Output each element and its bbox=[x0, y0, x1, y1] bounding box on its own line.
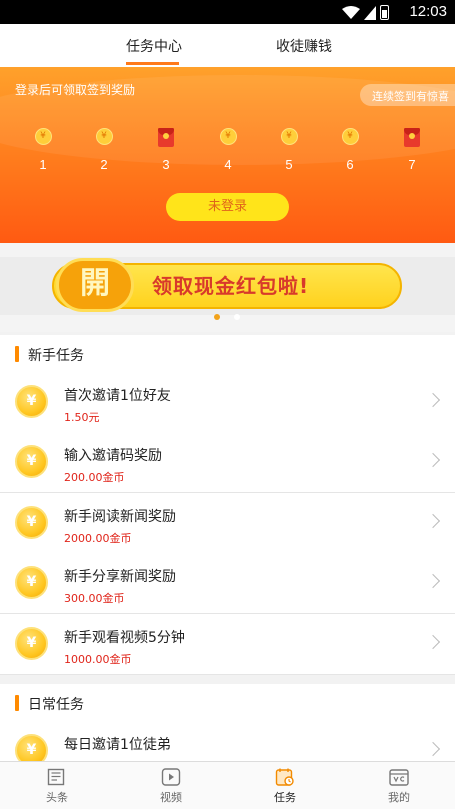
signin-day-5: ¥ 5 bbox=[277, 128, 301, 172]
carousel-dot-active[interactable] bbox=[214, 314, 220, 320]
section-title: 日常任务 bbox=[28, 697, 84, 713]
coin-icon: ¥ bbox=[95, 128, 113, 145]
task-title: 输入邀请码奖励 bbox=[64, 448, 162, 464]
task-row[interactable]: ¥ 新手分享新闻奖励 300.00金币 bbox=[0, 553, 455, 614]
carousel-dot[interactable] bbox=[234, 314, 240, 320]
section-marker bbox=[15, 695, 19, 711]
signin-day-3: 3 bbox=[154, 128, 178, 172]
task-row[interactable]: ¥ 首次邀请1位好友 1.50元 bbox=[0, 372, 455, 433]
coin-icon: ¥ bbox=[34, 128, 52, 145]
status-time: 12:03 bbox=[409, 3, 447, 20]
day-number: 7 bbox=[408, 157, 416, 172]
red-envelope-icon bbox=[158, 128, 174, 147]
task-reward: 200.00金币 bbox=[64, 471, 125, 484]
day-number: 1 bbox=[39, 157, 47, 172]
task-calendar-icon bbox=[275, 768, 294, 786]
nav-label: 我的 bbox=[388, 791, 410, 804]
status-icons bbox=[342, 5, 389, 20]
red-envelope-icon bbox=[404, 128, 420, 147]
chevron-right-icon bbox=[425, 741, 441, 757]
tab-recruit-earn[interactable]: 收徒赚钱 bbox=[276, 36, 332, 56]
chevron-right-icon bbox=[425, 573, 441, 589]
nav-label: 头条 bbox=[46, 791, 68, 804]
nav-label: 任务 bbox=[274, 791, 296, 804]
task-reward: 300.00金币 bbox=[64, 592, 125, 605]
open-seal-icon: 開 bbox=[56, 258, 134, 312]
day-number: 3 bbox=[162, 157, 170, 172]
bottom-nav: 头条 视频 任务 我的 bbox=[0, 761, 455, 809]
section-title: 新手任务 bbox=[28, 348, 84, 364]
day-number: 4 bbox=[224, 157, 232, 172]
streak-bonus-badge[interactable]: 连续签到有惊喜 bbox=[360, 84, 455, 106]
task-row[interactable]: ¥ 新手观看视频5分钟 1000.00金币 bbox=[0, 614, 455, 675]
task-title: 新手阅读新闻奖励 bbox=[64, 509, 176, 525]
task-reward: 1000.00金币 bbox=[64, 653, 132, 666]
newspaper-icon bbox=[47, 768, 65, 786]
nav-item-tasks[interactable]: 任务 bbox=[228, 762, 342, 809]
promo-text: 领取现金红包啦! bbox=[152, 274, 310, 298]
chevron-right-icon bbox=[425, 513, 441, 529]
task-title: 新手分享新闻奖励 bbox=[64, 569, 176, 585]
chevron-right-icon bbox=[425, 634, 441, 650]
login-button[interactable]: 未登录 bbox=[166, 193, 289, 221]
chevron-right-icon bbox=[425, 392, 441, 408]
coin-icon: ¥ bbox=[15, 445, 48, 478]
top-tab-bar: 任务中心 收徒赚钱 bbox=[0, 24, 455, 67]
profile-card-icon bbox=[389, 769, 409, 786]
task-row[interactable]: ¥ 新手阅读新闻奖励 2000.00金币 bbox=[0, 493, 455, 554]
wifi-icon bbox=[342, 5, 360, 19]
coin-icon: ¥ bbox=[341, 128, 359, 145]
nav-item-video[interactable]: 视频 bbox=[114, 762, 228, 809]
daily-tasks-header: 日常任务 bbox=[0, 684, 455, 722]
signin-day-2: ¥ 2 bbox=[92, 128, 116, 172]
coin-icon: ¥ bbox=[15, 627, 48, 660]
status-bar: 12:03 bbox=[0, 0, 455, 24]
coin-icon: ¥ bbox=[219, 128, 237, 145]
day-number: 2 bbox=[100, 157, 108, 172]
section-marker bbox=[15, 346, 19, 362]
newbie-tasks-header: 新手任务 bbox=[0, 335, 455, 373]
promo-carousel[interactable]: 開 领取现金红包啦! bbox=[0, 243, 455, 332]
cell-signal-icon bbox=[364, 5, 376, 20]
task-row[interactable]: ¥ 输入邀请码奖励 200.00金币 bbox=[0, 432, 455, 493]
play-icon bbox=[161, 768, 181, 786]
coin-icon: ¥ bbox=[15, 566, 48, 599]
nav-label: 视频 bbox=[160, 791, 182, 804]
nav-item-headlines[interactable]: 头条 bbox=[0, 762, 114, 809]
coin-icon: ¥ bbox=[15, 385, 48, 418]
task-title: 每日邀请1位徒弟 bbox=[64, 737, 171, 753]
tab-task-center[interactable]: 任务中心 bbox=[126, 36, 182, 56]
signin-panel: 登录后可领取签到奖励 连续签到有惊喜 ¥ 1 ¥ 2 3 ¥ 4 ¥ 5 ¥ 6… bbox=[0, 67, 455, 243]
signin-day-6: ¥ 6 bbox=[338, 128, 362, 172]
active-tab-indicator bbox=[126, 62, 179, 65]
coin-icon: ¥ bbox=[15, 506, 48, 539]
day-number: 5 bbox=[285, 157, 293, 172]
task-reward: 2000.00金币 bbox=[64, 532, 132, 545]
chevron-right-icon bbox=[425, 452, 441, 468]
battery-icon bbox=[380, 5, 389, 20]
signin-day-1: ¥ 1 bbox=[31, 128, 55, 172]
nav-item-profile[interactable]: 我的 bbox=[342, 762, 455, 809]
app-screen: 12:03 任务中心 收徒赚钱 登录后可领取签到奖励 连续签到有惊喜 ¥ 1 ¥… bbox=[0, 0, 455, 809]
task-title: 新手观看视频5分钟 bbox=[64, 630, 185, 646]
signin-day-4: ¥ 4 bbox=[216, 128, 240, 172]
signin-day-7: 7 bbox=[400, 128, 424, 172]
task-title: 首次邀请1位好友 bbox=[64, 388, 171, 404]
day-number: 6 bbox=[346, 157, 354, 172]
signin-hint: 登录后可领取签到奖励 bbox=[15, 83, 136, 97]
coin-icon: ¥ bbox=[280, 128, 298, 145]
task-reward: 1.50元 bbox=[64, 411, 100, 424]
